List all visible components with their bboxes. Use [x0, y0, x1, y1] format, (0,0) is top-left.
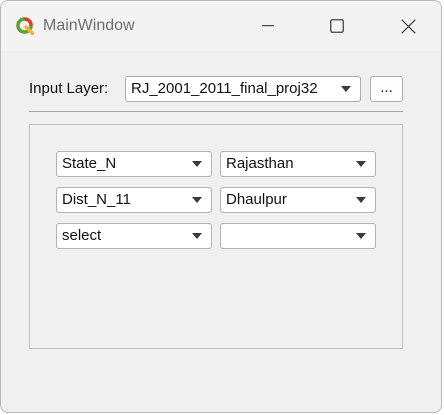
maximize-icon: [330, 19, 344, 33]
maximize-button[interactable]: [314, 1, 360, 51]
input-layer-combobox[interactable]: RJ_2001_2011_final_proj32: [125, 76, 361, 102]
value-combobox-1[interactable]: Rajasthan: [220, 151, 376, 177]
minimize-button[interactable]: [245, 1, 291, 51]
value-combobox-value: Rajasthan: [226, 155, 294, 172]
input-layer-label: Input Layer:: [29, 80, 109, 97]
chevron-down-icon: [192, 197, 202, 203]
chevron-down-icon: [192, 233, 202, 239]
close-icon: [400, 18, 416, 34]
browse-layer-button[interactable]: ...: [370, 76, 403, 102]
field-combobox-2[interactable]: Dist_N_11: [56, 187, 212, 213]
chevron-down-icon: [356, 233, 366, 239]
field-combobox-value: State_N: [62, 155, 117, 172]
value-combobox-3[interactable]: [220, 223, 376, 249]
field-combobox-1[interactable]: State_N: [56, 151, 212, 177]
main-window: MainWindow Input Layer: RJ_2001_2011_fin…: [0, 0, 442, 413]
field-combobox-3[interactable]: select: [56, 223, 212, 249]
chevron-down-icon: [341, 86, 351, 92]
close-button[interactable]: [385, 1, 431, 51]
title-bar[interactable]: MainWindow: [1, 1, 441, 51]
chevron-down-icon: [356, 161, 366, 167]
value-combobox-2[interactable]: Dhaulpur: [220, 187, 376, 213]
horizontal-separator: [29, 111, 403, 112]
qgis-logo-icon: [15, 16, 35, 36]
input-layer-value: RJ_2001_2011_final_proj32: [131, 80, 318, 97]
chevron-down-icon: [356, 197, 366, 203]
value-combobox-value: Dhaulpur: [226, 191, 287, 208]
chevron-down-icon: [192, 161, 202, 167]
field-combobox-value: select: [62, 227, 102, 244]
window-title: MainWindow: [43, 17, 135, 34]
field-combobox-value: Dist_N_11: [62, 191, 131, 208]
minimize-icon: [262, 25, 274, 27]
